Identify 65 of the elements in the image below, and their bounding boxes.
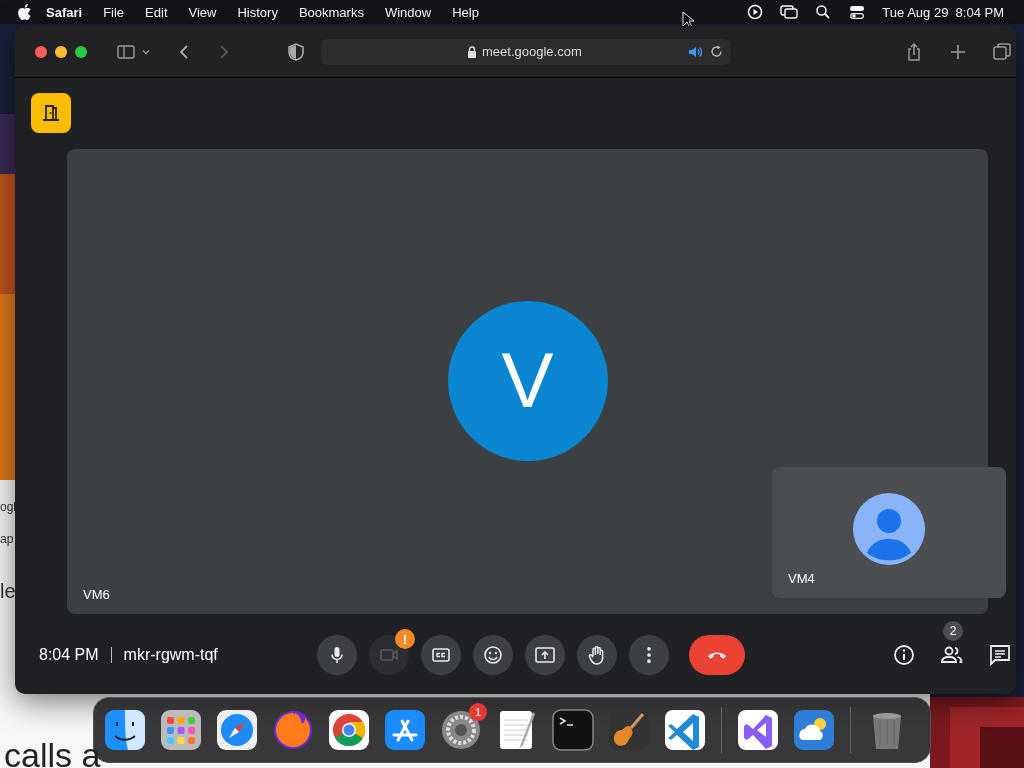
app-menu[interactable]: Safari [46,4,83,20]
close-button[interactable] [35,45,47,58]
meeting-time: 8:04 PM [39,646,99,664]
app-store-icon[interactable] [383,708,427,752]
weather-icon[interactable] [792,708,836,752]
hand-button[interactable] [577,635,617,675]
chat-icon [988,643,1012,667]
leave-button[interactable] [31,93,71,133]
menu-item[interactable]: Edit [145,4,168,20]
windows-icon[interactable] [780,4,799,20]
page-text: ap [0,532,14,546]
hang-up-icon [708,651,726,659]
app-grid-icon[interactable] [159,708,203,752]
participant-name: VM6 [83,587,110,602]
more-icon [647,647,651,663]
menu-item[interactable]: History [237,4,278,20]
ide-icon[interactable] [736,708,780,752]
gear-icon[interactable] [439,708,483,752]
apple-logo-icon[interactable] [18,4,32,20]
chat-button[interactable] [988,643,1012,667]
control-center-icon[interactable] [848,4,867,20]
warning-badge: ! [395,629,415,649]
captions-button[interactable] [421,635,461,675]
tabs-icon[interactable] [992,41,1012,62]
finder-icon[interactable] [103,708,147,752]
menu-item[interactable]: Help [452,4,479,20]
hang-up-button[interactable] [689,635,745,675]
more-button[interactable] [629,635,669,675]
sidebar-icon[interactable] [117,42,135,61]
menu-item[interactable]: Bookmarks [298,4,364,20]
smiley-icon [482,644,504,666]
page-text: le [0,580,16,603]
info-button[interactable] [892,643,916,667]
address-bar[interactable]: meet.google.com [321,38,731,65]
code-editor-icon[interactable] [663,708,707,752]
reactions-button[interactable] [473,635,513,675]
door-icon [41,103,61,123]
url-text: meet.google.com [482,44,582,59]
participant-name: VM4 [788,571,815,586]
minimize-button[interactable] [55,45,67,58]
menu-item[interactable]: View [188,4,217,20]
person-avatar-icon [853,492,925,565]
present-icon [534,644,556,666]
menu-item[interactable]: Window [384,4,432,20]
lock-icon [467,45,477,58]
guitar-icon[interactable] [607,708,651,752]
reload-icon[interactable] [710,45,723,58]
play-icon[interactable] [746,4,765,20]
count-badge: 2 [943,621,963,641]
speaker-icon[interactable] [688,44,702,59]
present-button[interactable] [525,635,565,675]
camera-button[interactable] [369,635,409,675]
compass-icon[interactable] [215,708,259,752]
terminal-icon[interactable] [551,708,595,752]
zoom-button[interactable] [75,45,87,58]
menu-item[interactable]: File [103,4,125,20]
shield-icon[interactable] [287,42,305,61]
info-icon [892,643,916,667]
meeting-code: mkr-rgwm-tqf [123,646,218,664]
page-text: ogl [0,500,16,514]
avatar: V [447,300,608,461]
menubar-clock[interactable]: Tue Aug 29 8:04 PM [882,4,1004,20]
page-heading: calls a [4,738,101,768]
notification-badge: 1 [469,703,487,721]
mic-button[interactable] [317,635,357,675]
